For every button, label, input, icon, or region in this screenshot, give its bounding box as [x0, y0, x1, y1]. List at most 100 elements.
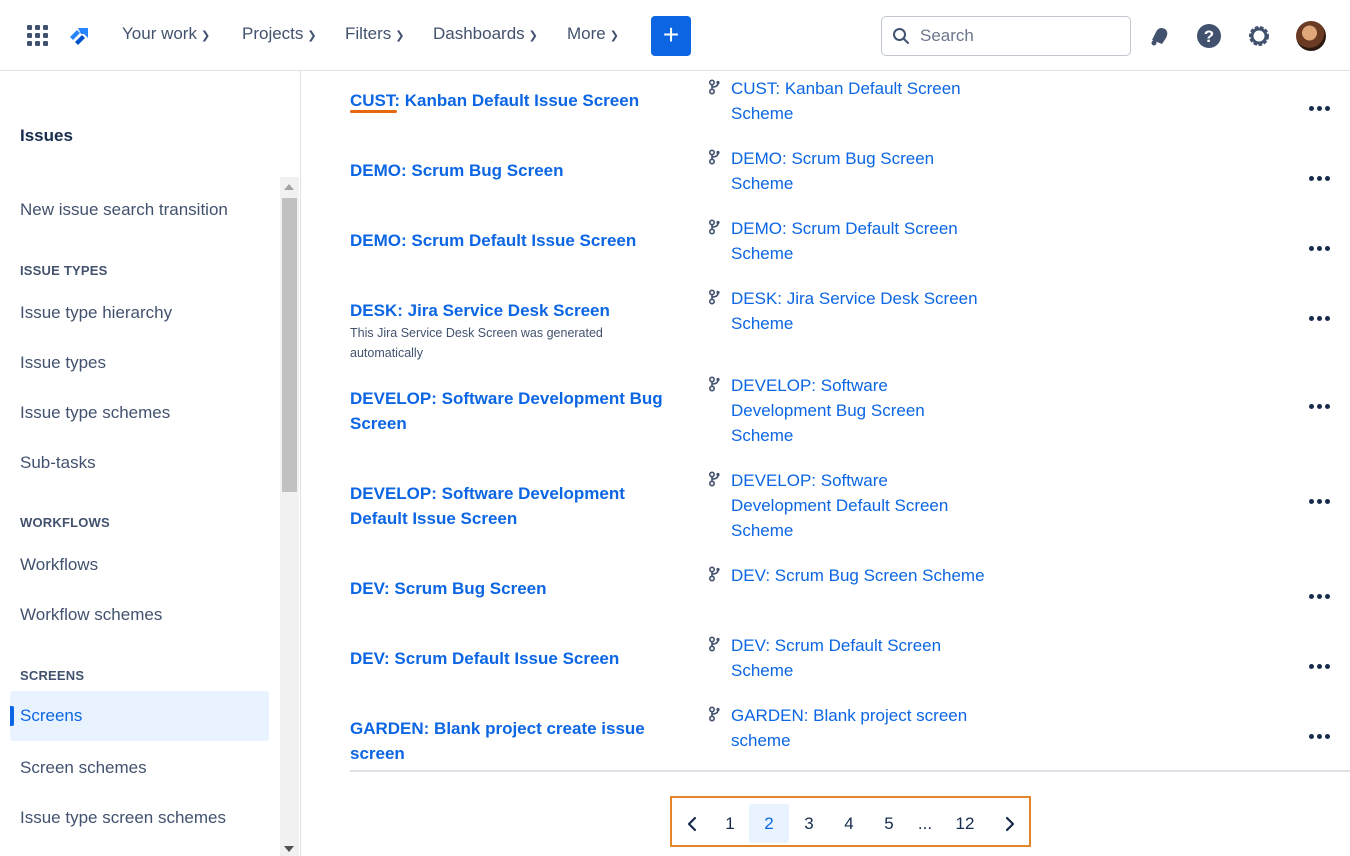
screen-scheme-icon [708, 636, 720, 652]
sidebar-item-sub-tasks[interactable]: Sub-tasks [10, 438, 269, 488]
sidebar-item-issue-type-schemes[interactable]: Issue type schemes [10, 388, 269, 438]
screen-scheme-icon [708, 706, 720, 722]
screen-scheme-line: DEVELOP: Software [731, 376, 888, 395]
sidebar-heading-workflows: WORKFLOWS [20, 515, 110, 530]
chevron-down-icon: ❯ [395, 29, 405, 42]
page-3-button[interactable]: 3 [796, 804, 822, 843]
screen-scheme-link[interactable]: DEMO: Scrum Default Screen Scheme [731, 216, 991, 266]
svg-text:?: ? [1204, 27, 1214, 46]
screen-scheme-link[interactable]: DESK: Jira Service Desk Screen Scheme [731, 286, 991, 336]
screen-scheme-link[interactable]: DEMO: Scrum Bug Screen Scheme [731, 146, 991, 196]
nav-projects[interactable]: Projects ❯ [242, 24, 317, 44]
screen-name-link[interactable]: DEVELOP: Software Development Bug Screen [350, 386, 680, 436]
screen-scheme-link[interactable]: DEVELOP: Software Development Default Scr… [731, 468, 991, 543]
page-1-button[interactable]: 1 [717, 804, 743, 843]
more-actions-icon[interactable] [1304, 168, 1334, 188]
nav-your-work-label: Your work [122, 24, 197, 43]
scroll-up-arrow-icon[interactable] [284, 184, 294, 190]
screen-scheme-link[interactable]: DEV: Scrum Bug Screen Scheme [731, 563, 991, 588]
screen-name-line: GARDEN: Blank project create issue [350, 719, 645, 738]
more-actions-icon[interactable] [1304, 238, 1334, 258]
page-ellipsis: ... [917, 814, 933, 833]
nav-more[interactable]: More ❯ [567, 24, 619, 44]
screen-scheme-link[interactable]: CUST: Kanban Default Screen Scheme [731, 76, 991, 126]
create-button[interactable]: + [651, 16, 691, 56]
screen-scheme-icon [708, 566, 720, 582]
sidebar-scrollbar[interactable] [280, 177, 299, 856]
sidebar-item-issue-type-screen-schemes[interactable]: Issue type screen schemes [10, 793, 269, 843]
screen-name-link[interactable]: DEV: Scrum Bug Screen [350, 576, 680, 601]
sidebar-item-issue-types[interactable]: Issue types [10, 338, 269, 388]
nav-dashboards-label: Dashboards [433, 24, 525, 43]
more-actions-icon[interactable] [1304, 308, 1334, 328]
settings-gear-icon[interactable] [1245, 22, 1273, 50]
page-5-button[interactable]: 5 [876, 804, 902, 843]
chevron-down-icon: ❯ [528, 29, 538, 42]
sidebar-item-new-issue-search[interactable]: New issue search transition [10, 185, 269, 235]
jira-logo-icon[interactable] [66, 24, 92, 50]
screen-name-line: screen [350, 744, 405, 763]
nav-your-work[interactable]: Your work ❯ [122, 24, 210, 44]
sidebar-item-workflows[interactable]: Workflows [10, 540, 269, 590]
screen-scheme-icon [708, 376, 720, 392]
screen-name-link[interactable]: DEMO: Scrum Bug Screen [350, 158, 680, 183]
page-12-button[interactable]: 12 [949, 804, 981, 843]
page-2-button[interactable]: 2 [749, 804, 789, 843]
sidebar-item-workflow-schemes[interactable]: Workflow schemes [10, 590, 269, 640]
screen-scheme-link[interactable]: GARDEN: Blank project screen scheme [731, 703, 991, 753]
screen-scheme-link[interactable]: DEVELOP: Software Development Bug Screen S… [731, 373, 991, 448]
nav-projects-label: Projects [242, 24, 304, 43]
screen-name-link[interactable]: DESK: Jira Service Desk Screen [350, 298, 680, 323]
screen-name-link[interactable]: DEV: Scrum Default Issue Screen [350, 646, 680, 671]
more-actions-icon[interactable] [1304, 586, 1334, 606]
screen-scheme-line: Scheme [731, 314, 794, 333]
top-navigation: Your work ❯ Projects ❯ Filters ❯ Dashboa… [0, 0, 1350, 71]
screen-scheme-line: DEV: Scrum Bug Screen Scheme [731, 566, 985, 585]
screen-scheme-line: scheme [731, 731, 791, 750]
search-input[interactable] [920, 26, 1120, 46]
previous-page-chevron-icon[interactable] [684, 815, 702, 833]
help-icon[interactable]: ? [1195, 22, 1223, 50]
page-4-button[interactable]: 4 [836, 804, 862, 843]
sidebar-item-issue-type-hierarchy[interactable]: Issue type hierarchy [10, 288, 269, 338]
screen-scheme-line: Development Default Screen [731, 496, 949, 515]
screen-scheme-link[interactable]: DEV: Scrum Default Screen Scheme [731, 633, 991, 683]
scrollbar-thumb[interactable] [282, 198, 297, 492]
more-actions-icon[interactable] [1304, 98, 1334, 118]
screen-scheme-line: GARDEN: Blank project screen [731, 706, 968, 725]
nav-more-label: More [567, 24, 606, 43]
more-actions-icon[interactable] [1304, 726, 1334, 746]
screen-scheme-line: Scheme [731, 426, 794, 445]
sidebar-title: Issues [20, 126, 73, 145]
screen-name-link[interactable]: DEMO: Scrum Default Issue Screen [350, 228, 680, 253]
sidebar: Issues New issue search transition ISSUE… [0, 71, 301, 856]
next-page-chevron-icon[interactable] [1000, 815, 1018, 833]
screen-scheme-line: DEMO: Scrum Bug Screen [731, 149, 935, 168]
sidebar-item-screens[interactable]: Screens [10, 691, 269, 741]
screen-description: This Jira Service Desk Screen was genera… [350, 323, 680, 363]
screen-scheme-icon [708, 219, 720, 235]
more-actions-icon[interactable] [1304, 491, 1334, 511]
screen-name-link[interactable]: DEVELOP: Software Development Default Iss… [350, 481, 680, 531]
screen-scheme-icon [708, 79, 720, 95]
scroll-down-arrow-icon[interactable] [284, 846, 294, 852]
chevron-down-icon: ❯ [307, 29, 317, 42]
screen-scheme-line: DEMO: Scrum Default Screen [731, 219, 958, 238]
screen-scheme-line: DESK: Jira Service Desk Screen [731, 289, 978, 308]
screen-name-link[interactable]: GARDEN: Blank project create issue screen [350, 716, 680, 766]
screen-scheme-line: Scheme [731, 244, 794, 263]
screen-scheme-line: Scheme [731, 174, 794, 193]
pagination: 1 2 3 4 5 ... 12 [670, 796, 1031, 847]
search-box[interactable] [881, 16, 1131, 56]
notifications-icon[interactable] [1146, 22, 1174, 50]
nav-dashboards[interactable]: Dashboards ❯ [433, 24, 538, 44]
sidebar-heading-issue-types: ISSUE TYPES [20, 263, 108, 278]
app-switcher-icon[interactable] [27, 25, 49, 47]
more-actions-icon[interactable] [1304, 396, 1334, 416]
more-actions-icon[interactable] [1304, 656, 1334, 676]
screen-scheme-line: Scheme [731, 104, 794, 123]
sidebar-item-screen-schemes[interactable]: Screen schemes [10, 743, 269, 793]
screen-name-link[interactable]: CUST: Kanban Default Issue Screen [350, 88, 680, 113]
nav-filters[interactable]: Filters ❯ [345, 24, 405, 44]
user-avatar[interactable] [1296, 21, 1326, 51]
